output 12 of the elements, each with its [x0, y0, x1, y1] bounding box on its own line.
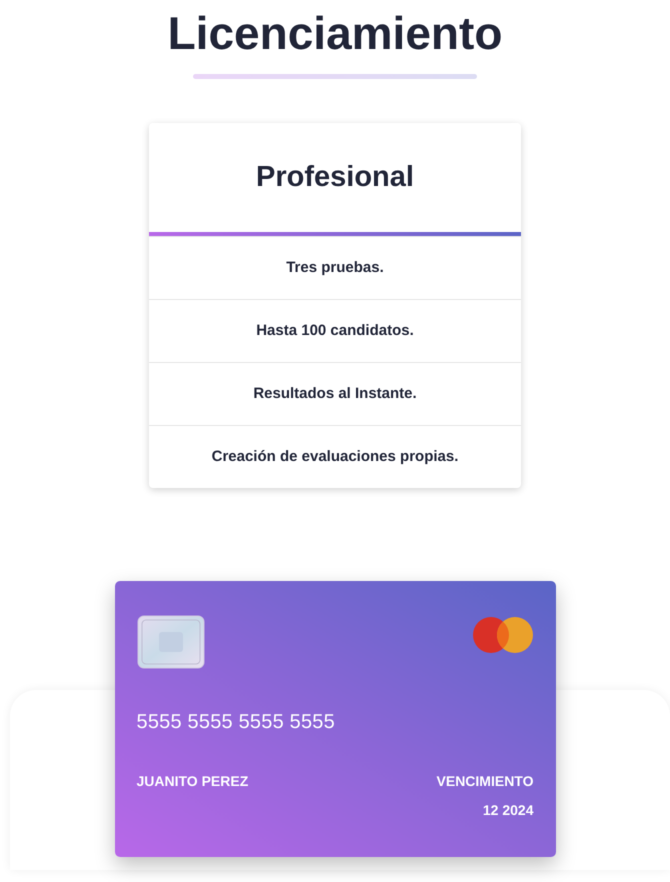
expiry-date: 12 2024 [482, 801, 534, 820]
cardholder-name: JUANITO PEREZ [136, 772, 248, 791]
card-brand-logo-icon [472, 615, 534, 655]
expiry-label: VENCIMIENTO [436, 772, 534, 791]
plan-title: Profesional [149, 123, 521, 236]
plan-feature: Hasta 100 candidatos. [149, 299, 521, 362]
card-chip-icon [136, 615, 204, 669]
page-title: Licenciamiento [166, 6, 504, 61]
card-number: 5555 5555 5555 5555 [136, 710, 336, 735]
plan-feature: Creación de evaluaciones propias. [149, 425, 521, 488]
plan-feature: Resultados al Instante. [149, 362, 521, 425]
plan-feature: Tres pruebas. [149, 236, 521, 299]
